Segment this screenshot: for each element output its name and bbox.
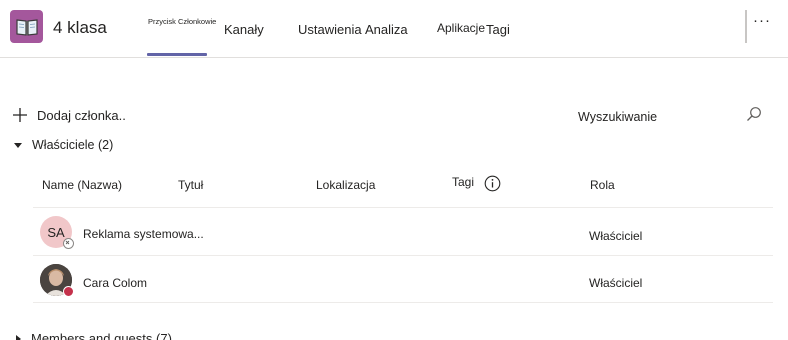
plus-icon [13,108,27,122]
active-tab-indicator [147,53,207,56]
more-options-icon[interactable]: ··· [752,13,772,34]
row-divider [33,207,773,208]
tab-members[interactable]: Przycisk Członkowie [148,17,216,26]
search-icon[interactable] [746,106,762,122]
add-member-button[interactable]: Dodaj członka .. [12,104,126,126]
members-section-toggle[interactable]: Members and guests (7) [16,331,172,340]
add-member-label: Dodaj członka [37,107,119,123]
busy-status-icon [63,286,74,297]
member-role: Właściciel [589,229,643,243]
tab-settings[interactable]: Ustawienia [298,22,362,37]
header-divider [745,10,747,43]
member-name[interactable]: Cara Colom [83,276,147,290]
column-header-role[interactable]: Rola [590,178,615,192]
team-header: 4 klasa Przycisk Członkowie Kanały Ustaw… [0,0,788,58]
column-header-tags[interactable]: Tagi [452,175,474,189]
chevron-down-icon [14,142,22,148]
member-name[interactable]: Reklama systemowa... [83,227,204,241]
column-header-title[interactable]: Tytuł [178,178,203,192]
search-input[interactable]: Wyszukiwanie [578,110,657,124]
tab-analytics[interactable]: Analiza [365,22,408,37]
row-divider [33,255,773,256]
tab-apps[interactable]: Aplikacje [437,21,485,35]
info-icon[interactable] [484,175,501,192]
column-header-location[interactable]: Lokalizacja [316,178,375,192]
add-member-ellipsis: .. [118,107,126,123]
column-header-name[interactable]: Name (Nazwa) [42,178,122,192]
chevron-right-icon [16,334,21,340]
team-name: 4 klasa [53,18,107,37]
owners-section-title: Właściciele (2) [32,138,114,152]
members-section-title: Members and guests (7) [31,331,172,340]
row-divider [33,302,773,303]
offline-status-icon [63,238,74,249]
member-role: Właściciel [589,276,643,290]
book-icon [10,10,43,43]
team-members-page: 4 klasa Przycisk Członkowie Kanały Ustaw… [0,0,788,340]
owners-section-toggle[interactable]: Właściciele (2) [14,138,113,152]
tab-tags[interactable]: Tagi [486,22,510,37]
tab-channels[interactable]: Kanały [224,22,264,37]
